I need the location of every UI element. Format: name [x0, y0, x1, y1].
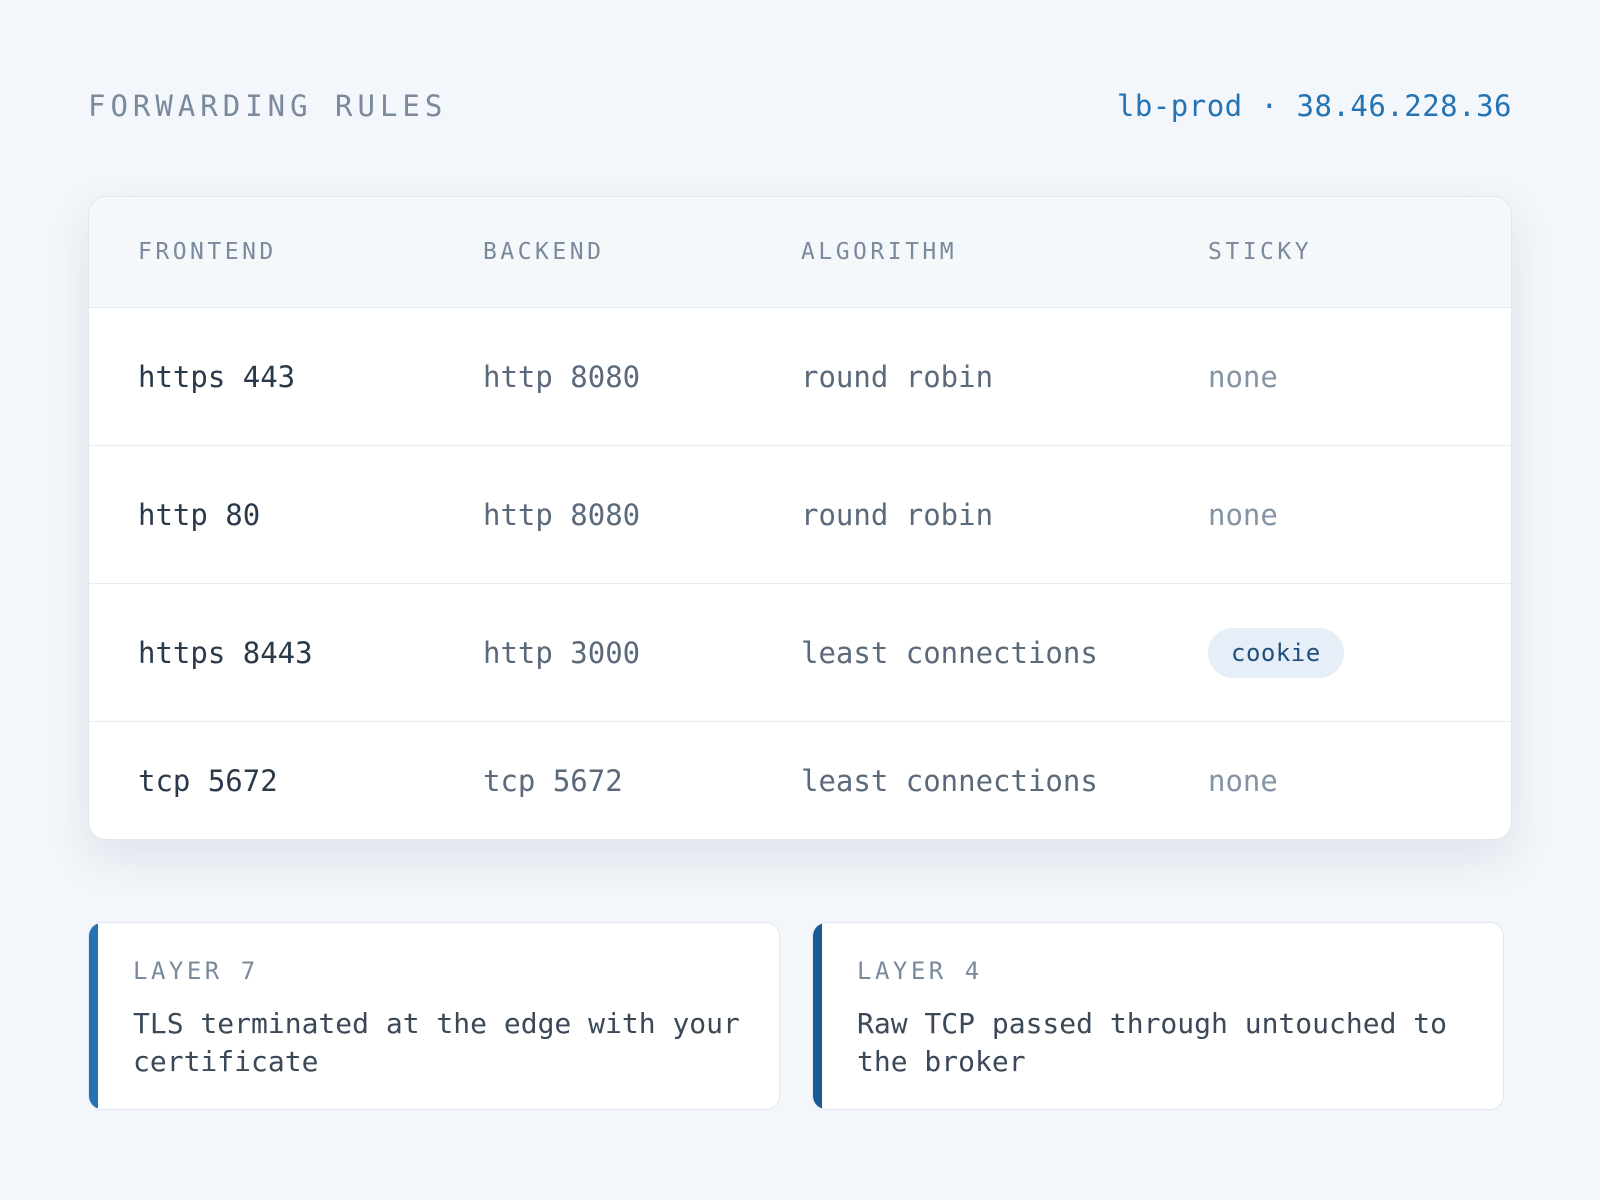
sticky-cell: none: [1208, 359, 1278, 394]
backend-cell: http 8080: [483, 497, 641, 532]
note-text: Raw TCP passed through untouched to the …: [857, 1007, 1448, 1078]
frontend-cell: https 8443: [138, 635, 313, 670]
note-title: LAYER 7: [133, 957, 259, 985]
algorithm-cell: round robin: [801, 359, 994, 394]
frontend-cell: https 443: [138, 359, 296, 394]
backend-cell: tcp 5672: [483, 764, 623, 798]
column-header-algorithm: ALGORITHM: [801, 239, 958, 265]
load-balancer-info[interactable]: lb-prod · 38.46.228.36: [1117, 89, 1512, 123]
note-title: LAYER 4: [857, 957, 983, 985]
note-accent-bar: [89, 923, 98, 1109]
layer-4-note-card: LAYER 4 Raw TCP passed through untouched…: [812, 922, 1504, 1110]
sticky-cell: cookie: [1208, 627, 1344, 678]
layer-7-note-card: LAYER 7 TLS terminated at the edge with …: [88, 922, 780, 1110]
sticky-cell: none: [1208, 764, 1278, 798]
algorithm-cell: least connections: [801, 635, 1098, 670]
algorithm-cell: least connections: [801, 764, 1098, 798]
note-text: TLS terminated at the edge with your cer…: [133, 1007, 740, 1078]
column-header-frontend: FRONTEND: [138, 239, 277, 265]
table-row[interactable]: https 8443 http 3000 least connections c…: [89, 584, 1511, 722]
sticky-cell: none: [1208, 497, 1278, 532]
frontend-cell: http 80: [138, 497, 261, 532]
table-row[interactable]: http 80 http 8080 round robin none: [89, 446, 1511, 584]
column-header-sticky: STICKY: [1208, 239, 1313, 265]
backend-cell: http 8080: [483, 359, 641, 394]
page-header: FORWARDING RULES lb-prod · 38.46.228.36: [88, 86, 1512, 126]
algorithm-cell: round robin: [801, 497, 994, 532]
table-row[interactable]: tcp 5672 tcp 5672 least connections none: [89, 722, 1511, 839]
table-row[interactable]: https 443 http 8080 round robin none: [89, 308, 1511, 446]
backend-cell: http 3000: [483, 635, 641, 670]
page-title: FORWARDING RULES: [88, 89, 448, 123]
sticky-cookie-badge: cookie: [1208, 627, 1344, 678]
forwarding-rules-table: FRONTEND BACKEND ALGORITHM STICKY https …: [88, 196, 1512, 840]
column-header-backend: BACKEND: [483, 239, 605, 265]
frontend-cell: tcp 5672: [138, 764, 278, 798]
table-header: FRONTEND BACKEND ALGORITHM STICKY: [89, 197, 1511, 308]
note-accent-bar: [813, 923, 822, 1109]
